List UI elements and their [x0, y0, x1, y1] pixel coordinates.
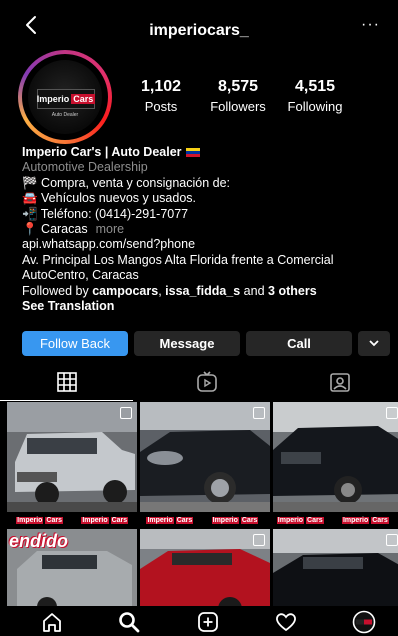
followed-by-prefix: Followed by: [22, 283, 93, 298]
post-image: [7, 402, 137, 512]
bio-website-link[interactable]: api.whatsapp.com/send?phone: [22, 237, 392, 252]
stat-label: Posts: [144, 99, 178, 114]
avatar-image: Imperio Cars Auto Dealer: [28, 60, 102, 134]
post-overlay-text: endido: [9, 531, 68, 551]
strip-logo-word1: Imperio: [16, 517, 44, 524]
message-button[interactable]: Message: [134, 331, 240, 356]
posts-grid: Imperio Cars Imperio Cars Imperio Cars I…: [7, 402, 398, 614]
followed-by-and: and: [240, 283, 269, 298]
see-translation-link[interactable]: See Translation: [22, 299, 392, 314]
post-image: [140, 529, 270, 614]
logo-subtitle: Auto Dealer: [51, 112, 79, 118]
call-button[interactable]: Call: [246, 331, 352, 356]
post-thumbnail[interactable]: [273, 402, 398, 512]
avatar[interactable]: Imperio Cars Auto Dealer: [22, 54, 108, 140]
active-tab-indicator: [0, 400, 133, 401]
profile-tabs: [0, 366, 398, 402]
post-thumbnail[interactable]: [7, 402, 137, 512]
post-image: [273, 529, 398, 614]
bio-location-line: 📍 Caracas more: [22, 222, 392, 237]
grid-icon[interactable]: [55, 370, 79, 394]
followed-by-line: Followed by campocars, issa_fidda_s and …: [22, 284, 392, 299]
profile-avatar[interactable]: [352, 610, 376, 634]
bio-address-line: AutoCentro, Caracas: [22, 268, 139, 283]
stat-value: 1,102: [140, 78, 182, 95]
bottom-nav: [0, 606, 398, 636]
strip-logo: Imperio Cars: [341, 517, 389, 524]
stat-following[interactable]: 4,515 Following: [275, 78, 355, 114]
post-thumbnail[interactable]: [273, 529, 398, 614]
strip-logo-word1: Imperio: [211, 517, 239, 524]
profile-bio: Imperio Car's | Auto Dealer Automotive D…: [22, 145, 392, 314]
followed-by-others[interactable]: 3 others: [268, 284, 317, 298]
strip-logo-word2: Cars: [371, 517, 389, 524]
more-options-icon[interactable]: ···: [361, 16, 380, 34]
strip-logo-word1: Imperio: [276, 517, 305, 524]
post-thumbnail[interactable]: [140, 402, 270, 512]
followed-by-user[interactable]: issa_fidda_s: [165, 284, 240, 298]
multiple-photos-icon: [253, 534, 265, 546]
strip-logo-word1: Imperio: [146, 517, 174, 524]
stat-followers[interactable]: 8,575 Followers: [198, 78, 278, 114]
suggestions-dropdown-button[interactable]: [358, 331, 390, 356]
venezuela-flag-icon: [185, 148, 200, 158]
logo-word-2: Cars: [71, 94, 96, 104]
brand-logo: Imperio Cars: [36, 89, 96, 109]
strip-logo: Imperio Cars: [16, 517, 63, 524]
profile-username: imperiocars_: [149, 22, 249, 39]
bio-more-link[interactable]: more: [96, 222, 124, 236]
stat-value: 4,515: [294, 78, 336, 95]
stat-value: 8,575: [217, 78, 259, 95]
tagged-icon[interactable]: [328, 370, 352, 394]
multiple-photos-icon: [120, 407, 132, 419]
follow-back-button[interactable]: Follow Back: [22, 331, 128, 356]
bio-address-line: Av. Principal Los Mangos Alta Florida fr…: [22, 252, 334, 267]
reels-icon[interactable]: [195, 370, 219, 394]
logo-word-1: Imperio: [36, 94, 70, 104]
bio-name-line: Imperio Car's | Auto Dealer: [22, 145, 392, 160]
multiple-photos-icon: [386, 407, 398, 419]
post-thumbnail[interactable]: [140, 529, 270, 614]
strip-logo-word1: Imperio: [81, 517, 109, 524]
strip-logo-word2: Cars: [175, 517, 194, 524]
stat-posts[interactable]: 1,102 Posts: [121, 78, 201, 114]
strip-logo: Imperio Cars: [211, 517, 259, 524]
strip-logo-word2: Cars: [110, 517, 129, 524]
search-icon[interactable]: [117, 610, 141, 634]
stat-label: Following: [287, 99, 343, 114]
multiple-photos-icon: [253, 407, 265, 419]
profile-display-name: Imperio Car's | Auto Dealer: [22, 145, 182, 159]
chevron-down-icon: [369, 340, 379, 347]
top-bar: imperiocars_ ···: [0, 0, 398, 50]
strip-logo: Imperio Cars: [276, 517, 324, 524]
add-post-icon[interactable]: [196, 610, 220, 634]
bio-line: 🚘 Vehículos nuevos y usados.: [22, 191, 196, 206]
strip-logo-word1: Imperio: [341, 517, 370, 524]
post-image: [140, 402, 270, 512]
bio-line: 📲 Teléfono: (0414)-291-7077: [22, 206, 189, 221]
post-thumbnail[interactable]: endido: [7, 529, 137, 614]
stat-label: Followers: [210, 99, 266, 114]
home-icon[interactable]: [40, 610, 64, 634]
heart-icon[interactable]: [274, 610, 298, 634]
post-image: [273, 402, 398, 512]
strip-logo: Imperio Cars: [146, 517, 194, 524]
strip-logo: Imperio Cars: [81, 517, 129, 524]
strip-logo-word2: Cars: [240, 517, 259, 524]
followed-by-user[interactable]: campocars: [92, 284, 158, 298]
story-ring[interactable]: Imperio Cars Auto Dealer: [18, 50, 112, 144]
watermark-strip: Imperio Cars Imperio Cars Imperio Cars I…: [7, 512, 398, 529]
profile-category: Automotive Dealership: [22, 160, 148, 175]
strip-logo-word2: Cars: [45, 517, 63, 524]
multiple-photos-icon: [386, 534, 398, 546]
strip-logo-word2: Cars: [306, 517, 324, 524]
bio-location: 📍 Caracas: [22, 222, 88, 237]
bio-line: 🏁 Compra, venta y consignación de:: [22, 175, 231, 190]
